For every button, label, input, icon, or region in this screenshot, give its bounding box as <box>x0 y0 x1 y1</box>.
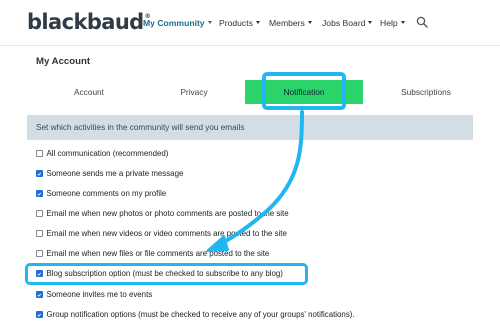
page-title: My Account <box>36 56 91 67</box>
nav-item-help[interactable]: Help <box>380 18 405 28</box>
nav-item-my-community[interactable]: My Community <box>143 18 212 28</box>
nav-item-label: My Community <box>143 18 205 28</box>
option-label: Group notification options (must be chec… <box>46 310 355 319</box>
option-private-message[interactable]: Someone sends me a private message <box>36 169 183 178</box>
blog-option-highlight <box>25 263 308 285</box>
search-icon[interactable] <box>416 16 428 28</box>
nav-item-label: Members <box>269 18 305 28</box>
option-all-communication[interactable]: All communication (recommended) <box>36 149 168 158</box>
option-label: Someone sends me a private message <box>46 169 184 178</box>
checkbox[interactable] <box>36 170 43 177</box>
brand-name: blackbaud <box>27 10 144 34</box>
tab-subscriptions[interactable]: Subscriptions <box>370 80 482 104</box>
checkmark-icon <box>37 293 42 297</box>
nav-item-members[interactable]: Members <box>269 18 312 28</box>
option-group-notifications[interactable]: Group notification options (must be chec… <box>36 310 355 319</box>
chevron-down-icon <box>307 21 312 25</box>
checkbox[interactable] <box>36 190 43 197</box>
checkmark-icon <box>37 172 42 176</box>
option-file-comments[interactable]: Email me when new files or file comments… <box>36 249 269 258</box>
chevron-down-icon <box>207 21 212 25</box>
checkmark-icon <box>37 192 42 196</box>
chevron-down-icon <box>255 21 260 25</box>
nav-item-label: Products <box>219 18 253 28</box>
header-divider <box>0 45 500 46</box>
chevron-down-icon <box>400 21 405 25</box>
option-label: Email me when new photos or photo commen… <box>46 209 289 218</box>
checkbox[interactable] <box>36 230 43 237</box>
checkbox[interactable] <box>36 250 43 257</box>
tab-label: Subscriptions <box>401 87 451 97</box>
tab-account[interactable]: Account <box>30 80 148 104</box>
brand-logo[interactable]: blackbaud® <box>27 10 151 34</box>
tab-label: Privacy <box>180 87 208 97</box>
site-header: blackbaud® My Community Products Members… <box>0 0 500 45</box>
notification-tab-highlight <box>262 72 346 110</box>
option-photo-comments[interactable]: Email me when new photos or photo commen… <box>36 209 289 218</box>
option-label: Email me when new videos or video commen… <box>46 229 287 238</box>
checkbox[interactable] <box>36 150 43 157</box>
option-profile-comments[interactable]: Someone comments on my profile <box>36 189 166 198</box>
nav-item-products[interactable]: Products <box>219 18 260 28</box>
banner-text: Set which activities in the community wi… <box>36 123 245 132</box>
tab-label: Account <box>74 87 104 97</box>
option-label: Email me when new files or file comments… <box>46 249 270 258</box>
option-label: Someone invites me to events <box>46 290 153 299</box>
option-label: Someone comments on my profile <box>46 189 167 198</box>
checkbox[interactable] <box>36 311 43 318</box>
nav-item-label: Jobs Board <box>322 18 366 28</box>
checkmark-icon <box>37 313 42 317</box>
nav-item-jobs-board[interactable]: Jobs Board <box>322 18 373 28</box>
option-label: All communication (recommended) <box>46 149 169 158</box>
tab-privacy[interactable]: Privacy <box>140 80 248 104</box>
option-video-comments[interactable]: Email me when new videos or video commen… <box>36 229 287 238</box>
nav-item-label: Help <box>380 18 398 28</box>
checkbox[interactable] <box>36 210 43 217</box>
option-event-invites[interactable]: Someone invites me to events <box>36 290 152 299</box>
chevron-down-icon <box>368 21 373 25</box>
notification-banner: Set which activities in the community wi… <box>27 115 473 140</box>
checkbox[interactable] <box>36 291 43 298</box>
